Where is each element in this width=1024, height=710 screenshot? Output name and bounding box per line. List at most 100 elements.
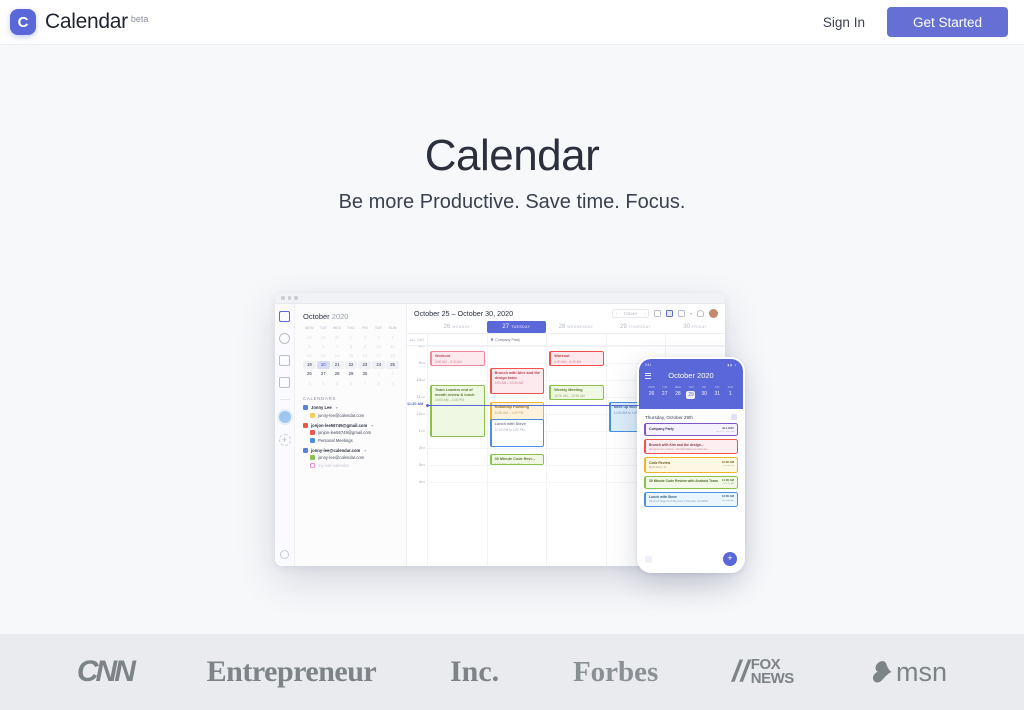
calendar-item-row[interactable]: jonny-lee@calendar.com [303, 455, 399, 461]
mini-day[interactable]: 4 [317, 379, 330, 387]
calendar-event[interactable]: Brunch with Alex and the design team 9:00… [489, 368, 545, 394]
calendar-event[interactable]: 30 Minute Code Revi... 2:00 PM – 2:30 PM [489, 454, 545, 465]
phone-week-day[interactable]: FRI 30 [698, 386, 711, 399]
mini-day[interactable]: 7 [331, 342, 344, 350]
day-header[interactable]: 28 WEDNESDAY [546, 321, 606, 333]
calendar-account-row[interactable]: jonny-lee@calendar.com ▾ [303, 447, 399, 453]
all-day-cell[interactable] [427, 334, 487, 345]
mini-day[interactable]: 7 [358, 379, 371, 387]
mini-calendar-grid[interactable]: MON TUE WED THU FRI SAT SUN 28 29 30 1 2 3 4 5 6 7 8 9 10 11… [303, 326, 399, 387]
mini-day[interactable]: 29 [317, 333, 330, 341]
phone-event[interactable]: Brunch with Kim and the design... Designe… [644, 439, 738, 455]
hamburger-menu-icon[interactable] [645, 373, 651, 380]
phone-week-day[interactable]: TUE 27 [658, 386, 671, 399]
all-day-cell[interactable] [665, 334, 725, 345]
mini-day[interactable]: 26 [303, 370, 316, 378]
color-swatch[interactable] [310, 455, 315, 461]
add-account-icon[interactable]: + [278, 434, 291, 446]
mini-day[interactable]: 8 [372, 379, 385, 387]
color-swatch[interactable] [310, 437, 315, 443]
mini-day[interactable]: 25 [386, 360, 399, 369]
mini-day[interactable]: 6 [317, 342, 330, 350]
phone-week-day[interactable]: THU 29 [684, 386, 697, 399]
analytics-icon[interactable] [279, 355, 290, 366]
rail-avatar[interactable] [278, 411, 291, 423]
mini-day[interactable]: 30 [331, 333, 344, 341]
mini-day[interactable]: 5 [331, 379, 344, 387]
all-day-cell[interactable] [605, 334, 666, 345]
mini-day[interactable]: 2 [358, 333, 371, 341]
mini-day[interactable]: 13 [317, 351, 330, 359]
calendar-account-row[interactable]: Jonny Lee ▾ [303, 405, 399, 411]
get-started-button[interactable]: Get Started [886, 7, 1008, 37]
mini-day[interactable]: 20 [316, 360, 330, 369]
all-day-cell[interactable]: Company Party [486, 334, 547, 345]
mini-day[interactable]: 9 [386, 379, 399, 387]
mini-day[interactable]: 15 [345, 351, 358, 359]
calendar-event[interactable]: Lunch with Steve 12:00 PM to 1:00 PM [489, 419, 545, 447]
mini-day[interactable]: 1 [345, 333, 358, 341]
phone-week-day[interactable]: SUN 1 [724, 386, 737, 399]
mini-day[interactable]: 28 [331, 370, 344, 378]
mini-day[interactable]: 18 [386, 351, 399, 359]
user-avatar[interactable] [709, 309, 718, 318]
color-swatch[interactable] [310, 462, 315, 468]
calendar-item-row[interactable]: jonjon-lee56749@gmail.com [303, 430, 399, 436]
next-arrow-icon[interactable]: › [642, 311, 648, 316]
mini-day[interactable]: 1 [372, 370, 385, 378]
mini-day[interactable]: 23 [358, 360, 372, 369]
mini-day[interactable]: 14 [331, 351, 344, 359]
notification-bell-icon[interactable] [697, 310, 704, 317]
calendar-event[interactable]: Workout 8:00 AM – 8:40 AM [549, 351, 604, 366]
mini-day[interactable]: 11 [386, 342, 399, 350]
calendar-icon[interactable] [279, 311, 290, 322]
mini-day[interactable]: 16 [358, 351, 371, 359]
mini-day[interactable]: 19 [303, 360, 316, 369]
mini-day[interactable]: 30 [358, 370, 371, 378]
calendar-item-row[interactable]: jonny-lee@calendar.com [303, 412, 399, 418]
mini-day[interactable]: 5 [303, 342, 316, 350]
mini-day[interactable]: 17 [372, 351, 385, 359]
mini-day[interactable]: 6 [345, 379, 358, 387]
phone-week-day[interactable]: WED 28 [671, 386, 684, 399]
chevron-down-icon[interactable]: ▾ [336, 405, 338, 410]
month-view-icon[interactable] [677, 310, 685, 317]
phone-week-strip[interactable]: MON 26 TUE 27 WED 28 THU 29 FRI 30 SAT 31 SUN 1 [645, 386, 737, 399]
mini-day[interactable]: 29 [345, 370, 358, 378]
contacts-icon[interactable] [279, 377, 290, 388]
mini-day[interactable]: 22 [344, 360, 358, 369]
phone-week-day[interactable]: MON 26 [645, 386, 658, 399]
phone-event[interactable]: Code Review Berlin Room 43 10:00 AM in a 30… [644, 457, 738, 473]
mini-day[interactable]: 21 [330, 360, 344, 369]
calendar-event[interactable]: Workout 8:00 AM – 8:40 AM [430, 351, 485, 366]
all-day-cell[interactable] [546, 334, 606, 345]
day-header[interactable]: 27 TUESDAY [486, 321, 547, 333]
day-column[interactable]: Workout 8:00 AM – 8:40 AM Team Leaders end… [427, 346, 487, 566]
mini-day[interactable]: 9 [358, 342, 371, 350]
day-view-icon[interactable] [653, 310, 661, 317]
phone-week-day[interactable]: SAT 31 [711, 386, 724, 399]
week-view-icon[interactable] [665, 310, 673, 317]
chevron-down-icon[interactable]: ▾ [690, 311, 692, 316]
mini-day[interactable]: 4 [386, 333, 399, 341]
mini-day[interactable]: 8 [345, 342, 358, 350]
phone-event[interactable]: 30 Minute Code Review with Android Team 1… [644, 475, 738, 489]
settings-gear-icon[interactable] [280, 550, 289, 559]
clock-icon[interactable] [279, 333, 290, 344]
mini-day[interactable]: 2 [386, 370, 399, 378]
phone-calendar-icon[interactable] [645, 555, 652, 563]
calendar-item-row[interactable]: my sub-calendar [303, 462, 399, 468]
phone-event[interactable]: Company Party ALL DAY OCT 27 – OCT 31 [644, 423, 738, 437]
day-header[interactable]: 30 FRIDAY [665, 321, 725, 333]
calendar-event[interactable]: Weekly Meeting 10:00 AM – 10:50 AM [549, 385, 604, 400]
add-event-fab[interactable]: + [723, 552, 737, 566]
mini-day[interactable]: 28 [303, 333, 316, 341]
calendar-event[interactable]: Team Leaders end of month review & lunch… [430, 385, 485, 437]
mini-day[interactable]: 27 [317, 370, 330, 378]
today-button[interactable]: TODAY [620, 312, 642, 316]
sign-in-link[interactable]: Sign In [823, 15, 865, 30]
mini-day[interactable]: 10 [372, 342, 385, 350]
date-nav-group[interactable]: ‹ TODAY › [612, 309, 649, 318]
day-column[interactable]: Brunch with Alex and the design team 9:00… [486, 346, 547, 566]
chevron-down-icon[interactable]: ▾ [371, 423, 373, 428]
